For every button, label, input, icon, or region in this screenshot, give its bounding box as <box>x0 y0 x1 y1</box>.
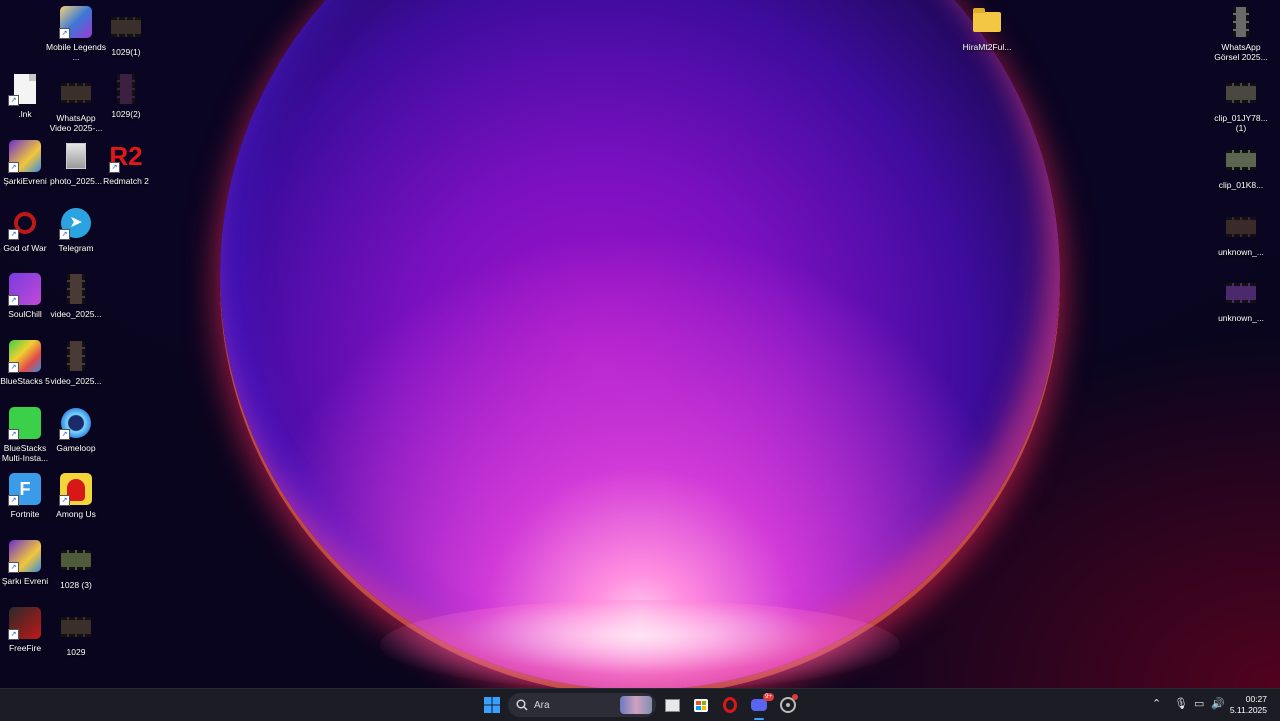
video-file-icon <box>61 83 91 103</box>
desktop-icon-video-2025-1[interactable]: video_2025... <box>46 272 106 319</box>
clock-date: 5.11.2025 <box>1229 705 1267 715</box>
shortcut-arrow-icon: ↗ <box>59 495 70 506</box>
opera-button[interactable] <box>717 693 743 717</box>
notification-dot <box>792 694 798 700</box>
discord-icon <box>751 699 767 711</box>
clock-time: 00:27 <box>1245 694 1267 704</box>
video-file-icon <box>67 274 85 304</box>
shortcut-arrow-icon: ↗ <box>8 562 19 573</box>
image-file-icon <box>1233 7 1249 37</box>
icon-label: 1029(1) <box>111 47 141 57</box>
folder-icon <box>973 8 1001 32</box>
desktop-icon-1029[interactable]: 1029 <box>46 610 106 657</box>
video-file-icon <box>1226 217 1256 237</box>
redmatch-icon: R2 <box>109 141 143 171</box>
search-placeholder: Ara <box>534 699 550 711</box>
shortcut-arrow-icon: ↗ <box>8 95 19 106</box>
icon-label: Among Us <box>56 509 96 519</box>
video-file-icon <box>111 17 141 37</box>
discord-button[interactable]: 9+ <box>746 693 774 720</box>
shortcut-arrow-icon: ↗ <box>59 28 70 39</box>
icon-label: unknown_... <box>1218 247 1264 257</box>
microsoft-store-button[interactable] <box>688 693 714 717</box>
image-file-icon <box>66 143 86 169</box>
display-icon[interactable]: ▭ <box>1194 697 1204 710</box>
microsoft-store-icon <box>694 698 708 712</box>
clock[interactable]: 00:27 5.11.2025 <box>1230 694 1267 716</box>
icon-label: Redmatch 2 <box>103 176 149 186</box>
video-file-icon <box>1226 283 1256 303</box>
desktop-icon-hiramt2[interactable]: HiraMt2Ful... <box>957 5 1017 52</box>
icon-label: video_2025... <box>50 309 102 319</box>
desktop-icon-unknown-1[interactable]: unknown_... <box>1211 210 1271 257</box>
desktop-icon-1029-2[interactable]: 1029(2) <box>96 72 156 119</box>
shortcut-arrow-icon: ↗ <box>8 629 19 640</box>
desktop-icon-video-2025-2[interactable]: video_2025... <box>46 339 106 386</box>
shortcut-arrow-icon: ↗ <box>8 362 19 373</box>
desktop-icon-gameloop[interactable]: ↗ Gameloop <box>46 406 106 453</box>
search-highlight-icon <box>620 696 652 714</box>
desktop-icon-unknown-2[interactable]: unknown_... <box>1211 276 1271 323</box>
windows-start-icon <box>484 697 500 713</box>
speaker-icon[interactable]: 🔊 <box>1211 697 1225 710</box>
video-file-icon <box>67 341 85 371</box>
taskbar: Ara 9+ ⌃ 🎙 ▭ 🔊 00:27 5.11.2025 <box>0 688 1280 721</box>
microphone-icon[interactable]: 🎙 <box>1174 697 1188 710</box>
wallpaper-glow <box>380 600 900 688</box>
desktop-wallpaper <box>0 0 1280 688</box>
shortcut-arrow-icon: ↗ <box>109 162 120 173</box>
opera-icon <box>723 697 737 713</box>
icon-label: Gameloop <box>56 443 96 453</box>
discord-badge: 9+ <box>763 693 774 701</box>
chrome-button[interactable] <box>775 693 801 717</box>
desktop-icon-clip-01k8[interactable]: clip_01K8... <box>1211 143 1271 190</box>
desktop-icon-clip-01jy78[interactable]: clip_01JY78... (1) <box>1211 76 1271 133</box>
desktop-icon-telegram[interactable]: ➤ ↗ Telegram <box>46 206 106 253</box>
icon-label: clip_01JY78... (1) <box>1214 113 1268 133</box>
video-file-icon <box>117 74 135 104</box>
wallpaper-orb <box>220 0 1060 688</box>
desktop-icon-whatsapp-gorsel[interactable]: WhatsApp Görsel 2025... <box>1211 5 1271 62</box>
shortcut-arrow-icon: ↗ <box>8 495 19 506</box>
icon-label: 1028 (3) <box>60 580 92 590</box>
icon-label: video_2025... <box>50 376 102 386</box>
video-file-icon <box>61 617 91 637</box>
video-file-icon <box>1226 83 1256 103</box>
shortcut-arrow-icon: ↗ <box>8 295 19 306</box>
chevron-up-icon[interactable]: ⌃ <box>1152 697 1161 710</box>
shortcut-arrow-icon: ↗ <box>59 429 70 440</box>
icon-label: Telegram <box>58 243 94 253</box>
icon-label: 1029(2) <box>111 109 141 119</box>
desktop-icon-1028-3[interactable]: 1028 (3) <box>46 543 106 590</box>
task-view-button[interactable] <box>659 693 685 717</box>
desktop-icon-1029-1[interactable]: 1029(1) <box>96 10 156 57</box>
shortcut-arrow-icon: ↗ <box>8 429 19 440</box>
shortcut-arrow-icon: ↗ <box>59 229 70 240</box>
icon-label: 1029 <box>66 647 86 657</box>
icon-label: unknown_... <box>1218 313 1264 323</box>
search-icon <box>516 699 528 711</box>
desktop-icon-redmatch[interactable]: R2 ↗ Redmatch 2 <box>96 139 156 186</box>
shortcut-arrow-icon: ↗ <box>8 229 19 240</box>
video-file-icon <box>1226 150 1256 170</box>
icon-label: WhatsApp Görsel 2025... <box>1214 42 1268 62</box>
task-view-icon <box>664 698 680 712</box>
start-button[interactable] <box>479 693 505 717</box>
shortcut-arrow-icon: ↗ <box>8 162 19 173</box>
desktop-icon-among-us[interactable]: ↗ Among Us <box>46 472 106 519</box>
icon-label: HiraMt2Ful... <box>962 42 1012 52</box>
taskbar-search[interactable]: Ara <box>508 693 656 717</box>
icon-label: clip_01K8... <box>1218 180 1264 190</box>
video-file-icon <box>61 550 91 570</box>
